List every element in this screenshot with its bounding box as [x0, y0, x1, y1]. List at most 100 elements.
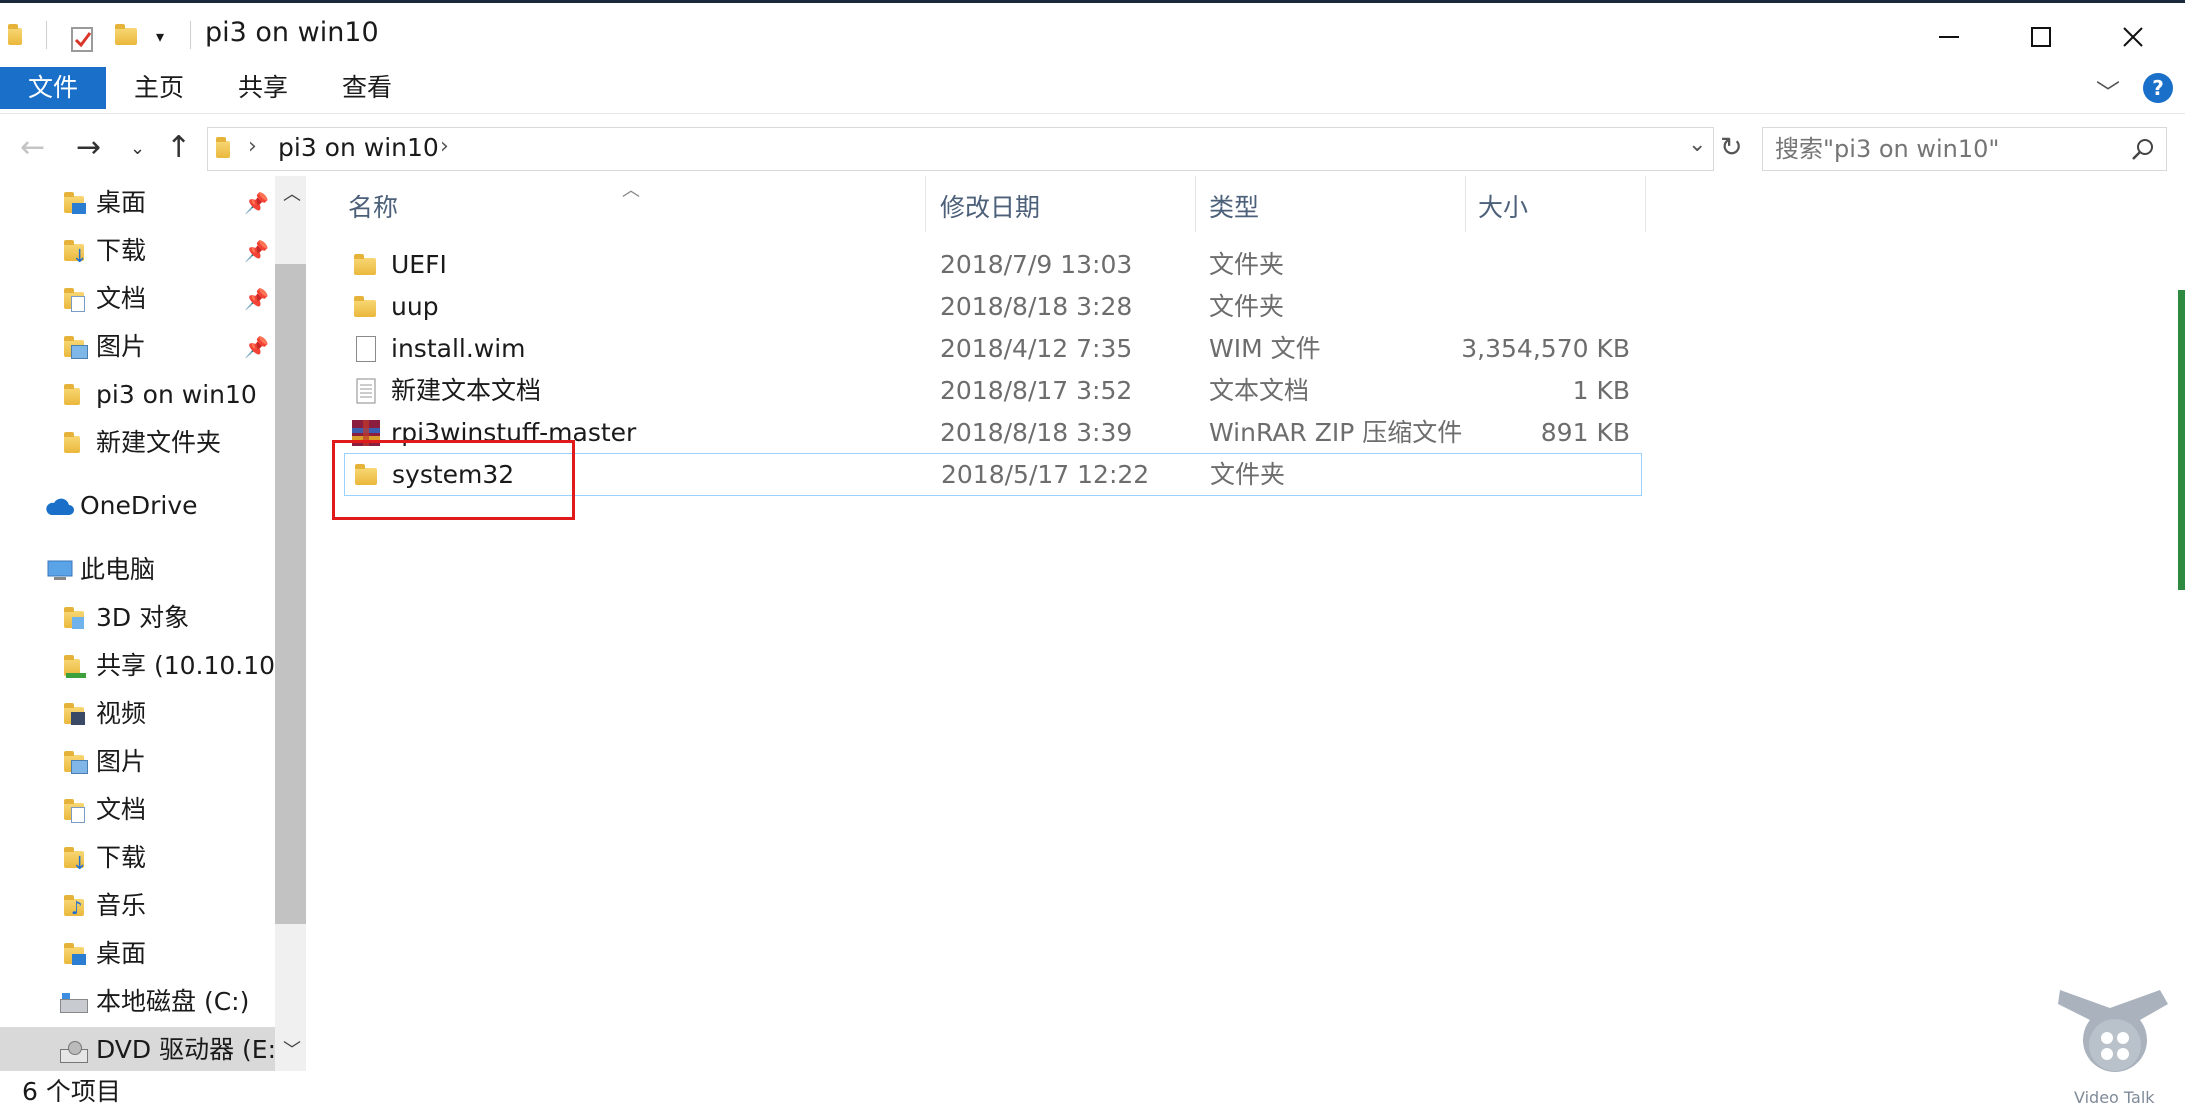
column-header-date[interactable]: 修改日期 [940, 188, 1040, 224]
file-name: UEFI [391, 250, 447, 279]
nav-item-label: 新建文件夹 [96, 428, 222, 457]
onedrive-icon [46, 498, 74, 515]
customize-toolbar-icon[interactable]: ▾ [156, 27, 180, 47]
close-button[interactable] [2087, 6, 2179, 68]
column-separator[interactable] [1645, 176, 1646, 232]
properties-icon[interactable] [70, 25, 94, 52]
nav-item-onedrive[interactable]: OneDrive [0, 483, 275, 529]
pin-icon[interactable]: 📌 [244, 180, 269, 226]
file-date: 2018/5/17 12:22 [941, 460, 1150, 489]
maximize-icon [2031, 27, 2051, 47]
column-header-type[interactable]: 类型 [1209, 188, 1259, 224]
nav-item-desktop[interactable]: 桌面 📌 [0, 180, 275, 226]
folder-icon [64, 430, 86, 456]
nav-item-label: 下载 [96, 236, 147, 265]
file-type: WinRAR ZIP 压缩文件 [1209, 418, 1463, 447]
chevron-down-icon[interactable]: ⌄ [1688, 132, 1706, 157]
status-bar: 6 个项目 [0, 1071, 2185, 1112]
back-icon[interactable]: ← [20, 130, 45, 165]
file-size: 1 KB [1572, 376, 1630, 405]
search-icon[interactable] [2131, 137, 2155, 161]
pin-icon[interactable]: 📌 [244, 324, 269, 370]
nav-item-documents[interactable]: 文档 📌 [0, 276, 275, 322]
file-type: WIM 文件 [1209, 334, 1321, 363]
file-row[interactable]: uup 2018/8/18 3:28 文件夹 [340, 286, 1640, 328]
file-type: 文件夹 [1209, 250, 1285, 279]
minimize-button[interactable] [1903, 6, 1995, 68]
file-row[interactable]: UEFI 2018/7/9 13:03 文件夹 [340, 244, 1640, 286]
nav-item-pictures-pc[interactable]: 图片 [0, 739, 275, 785]
documents-icon [64, 286, 86, 312]
nav-item-downloads-pc[interactable]: ↓ 下载 [0, 835, 275, 881]
nav-item-dvd-drive[interactable]: DVD 驱动器 (E:) [0, 1027, 275, 1071]
column-header-name[interactable]: 名称 [348, 188, 398, 224]
new-folder-icon[interactable] [115, 24, 139, 45]
nav-item-music[interactable]: ♪ 音乐 [0, 883, 275, 929]
nav-item-new-folder[interactable]: 新建文件夹 [0, 420, 275, 466]
nav-item-this-pc[interactable]: 此电脑 [0, 547, 275, 593]
documents-icon [64, 797, 86, 823]
column-separator[interactable] [925, 176, 926, 232]
nav-item-label: 本地磁盘 (C:) [96, 987, 250, 1016]
text-file-icon [356, 378, 376, 404]
help-icon[interactable]: ? [2143, 73, 2173, 103]
pictures-icon [64, 749, 88, 775]
address-bar[interactable]: › pi3 on win10 › ⌄ [207, 127, 1714, 171]
column-separator[interactable] [1465, 176, 1466, 232]
file-type: 文本文档 [1209, 376, 1310, 405]
column-header-size[interactable]: 大小 [1478, 188, 1528, 224]
folder-icon [354, 296, 376, 317]
nav-scrollbar-thumb[interactable] [275, 264, 306, 924]
recent-locations-icon[interactable]: ⌄ [130, 138, 145, 159]
nav-item-network-share[interactable]: 共享 (10.10.10.2 [0, 643, 275, 689]
forward-icon[interactable]: → [76, 130, 101, 165]
refresh-icon[interactable]: ↻ [1720, 132, 1743, 163]
file-row[interactable]: install.wim 2018/4/12 7:35 WIM 文件 3,354,… [340, 328, 1640, 370]
file-row[interactable]: 新建文本文档 2018/8/17 3:52 文本文档 1 KB [340, 370, 1640, 412]
nav-item-downloads[interactable]: ↓ 下载 📌 [0, 228, 275, 274]
search-box[interactable] [1762, 127, 2167, 171]
tab-file[interactable]: 文件 [0, 67, 106, 109]
this-pc-icon [47, 560, 73, 580]
tab-share[interactable]: 共享 [220, 67, 306, 109]
breadcrumb-item[interactable]: pi3 on win10 [278, 133, 439, 162]
file-name: 新建文本文档 [391, 376, 542, 405]
nav-item-label: 共享 (10.10.10.2 [96, 651, 275, 680]
nav-item-label: 文档 [96, 795, 147, 824]
nav-item-videos[interactable]: 视频 [0, 691, 275, 737]
chevron-right-icon[interactable]: › [440, 134, 449, 159]
expand-ribbon-icon[interactable]: ﹀ [2096, 73, 2120, 108]
nav-item-label: OneDrive [80, 491, 198, 520]
scroll-down-icon[interactable]: ﹀ [283, 1036, 301, 1062]
nav-item-label: 3D 对象 [96, 603, 190, 632]
nav-item-desktop-pc[interactable]: 桌面 [0, 931, 275, 977]
file-date: 2018/4/12 7:35 [940, 334, 1133, 363]
file-type: 文件夹 [1209, 292, 1285, 321]
maximize-button[interactable] [1995, 6, 2087, 68]
scroll-up-icon[interactable]: ︿ [283, 180, 301, 206]
up-icon[interactable]: ↑ [166, 130, 191, 165]
file-size: 3,354,570 KB [1461, 334, 1630, 363]
nav-item-documents-pc[interactable]: 文档 [0, 787, 275, 833]
nav-item-label: 图片 [96, 332, 147, 361]
pin-icon[interactable]: 📌 [244, 276, 269, 322]
tab-home[interactable]: 主页 [116, 67, 202, 109]
pin-icon[interactable]: 📌 [244, 228, 269, 274]
file-list: ︿ 名称 修改日期 类型 大小 UEFI 2018/7/9 13:03 文件夹 … [340, 176, 2180, 1071]
chevron-right-icon[interactable]: › [248, 134, 257, 159]
nav-item-label: 音乐 [96, 891, 147, 920]
nav-item-3d-objects[interactable]: 3D 对象 [0, 595, 275, 641]
pictures-icon [64, 334, 88, 360]
file-name: install.wim [391, 334, 526, 363]
file-date: 2018/8/18 3:39 [940, 418, 1133, 447]
nav-item-label: 图片 [96, 747, 147, 776]
column-separator[interactable] [1195, 176, 1196, 232]
nav-item-pi3-on-win10[interactable]: pi3 on win10 [0, 372, 275, 418]
desktop-icon [64, 190, 86, 216]
tab-view[interactable]: 查看 [324, 67, 410, 109]
nav-item-pictures[interactable]: 图片 📌 [0, 324, 275, 370]
title-bar: ▾ pi3 on win10 [0, 3, 2185, 67]
search-input[interactable] [1773, 128, 2117, 170]
nav-item-local-disk-c[interactable]: 本地磁盘 (C:) [0, 979, 275, 1025]
nav-item-label: 此电脑 [80, 555, 156, 584]
